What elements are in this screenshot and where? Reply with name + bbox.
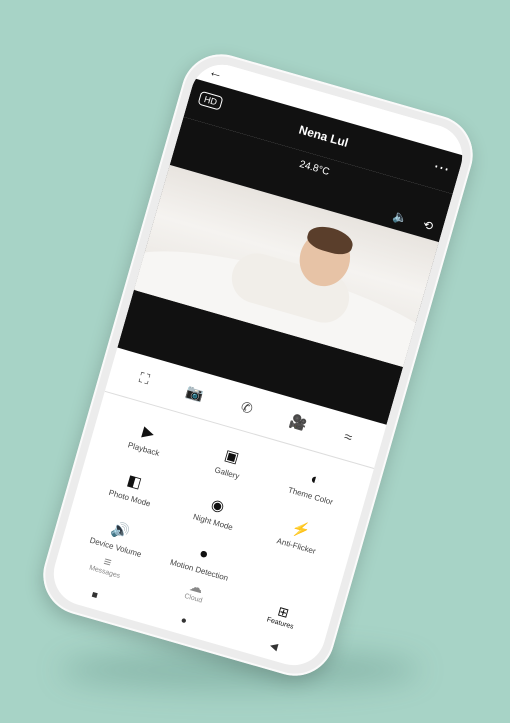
feature-theme-color[interactable]: ◐ Theme Color bbox=[267, 460, 359, 514]
feature-gallery[interactable]: ▣ Gallery bbox=[184, 436, 276, 490]
phone-frame: ← HD Nena Lul ⋯ 24.8°C 🔈 ⟲ ⛶ 📷 ✆ 🎥 ≈ ▶ P… bbox=[33, 44, 483, 686]
video-icon[interactable]: 🎥 bbox=[288, 412, 309, 433]
nav-cloud[interactable]: ☁ Cloud bbox=[183, 577, 207, 604]
recents-icon[interactable]: ■ bbox=[90, 589, 99, 601]
back-arrow-icon[interactable]: ← bbox=[207, 62, 225, 81]
page-title: Nena Lul bbox=[297, 122, 350, 150]
phone-icon[interactable]: ✆ bbox=[239, 398, 255, 418]
rotate-icon[interactable]: ⟲ bbox=[421, 217, 435, 233]
app-screen: ← HD Nena Lul ⋯ 24.8°C 🔈 ⟲ ⛶ 📷 ✆ 🎥 ≈ ▶ P… bbox=[46, 57, 470, 673]
more-icon[interactable]: ≈ bbox=[342, 428, 354, 446]
feature-playback[interactable]: ▶ Playback bbox=[101, 412, 193, 466]
feature-night-mode[interactable]: ◉ Night Mode bbox=[170, 485, 262, 539]
scan-icon[interactable]: ⛶ bbox=[137, 369, 152, 388]
speaker-icon[interactable]: 🔈 bbox=[392, 209, 410, 227]
hd-toggle-button[interactable]: HD bbox=[197, 90, 224, 111]
more-options-icon[interactable]: ⋯ bbox=[431, 156, 452, 180]
feature-photo-mode[interactable]: ◧ Photo Mode bbox=[87, 461, 179, 515]
camera-icon[interactable]: 📷 bbox=[184, 383, 206, 404]
feature-anti-flicker[interactable]: ⚡ Anti-Flicker bbox=[253, 509, 345, 563]
home-icon[interactable]: ● bbox=[179, 615, 188, 627]
back-icon[interactable]: ◀ bbox=[269, 640, 279, 653]
